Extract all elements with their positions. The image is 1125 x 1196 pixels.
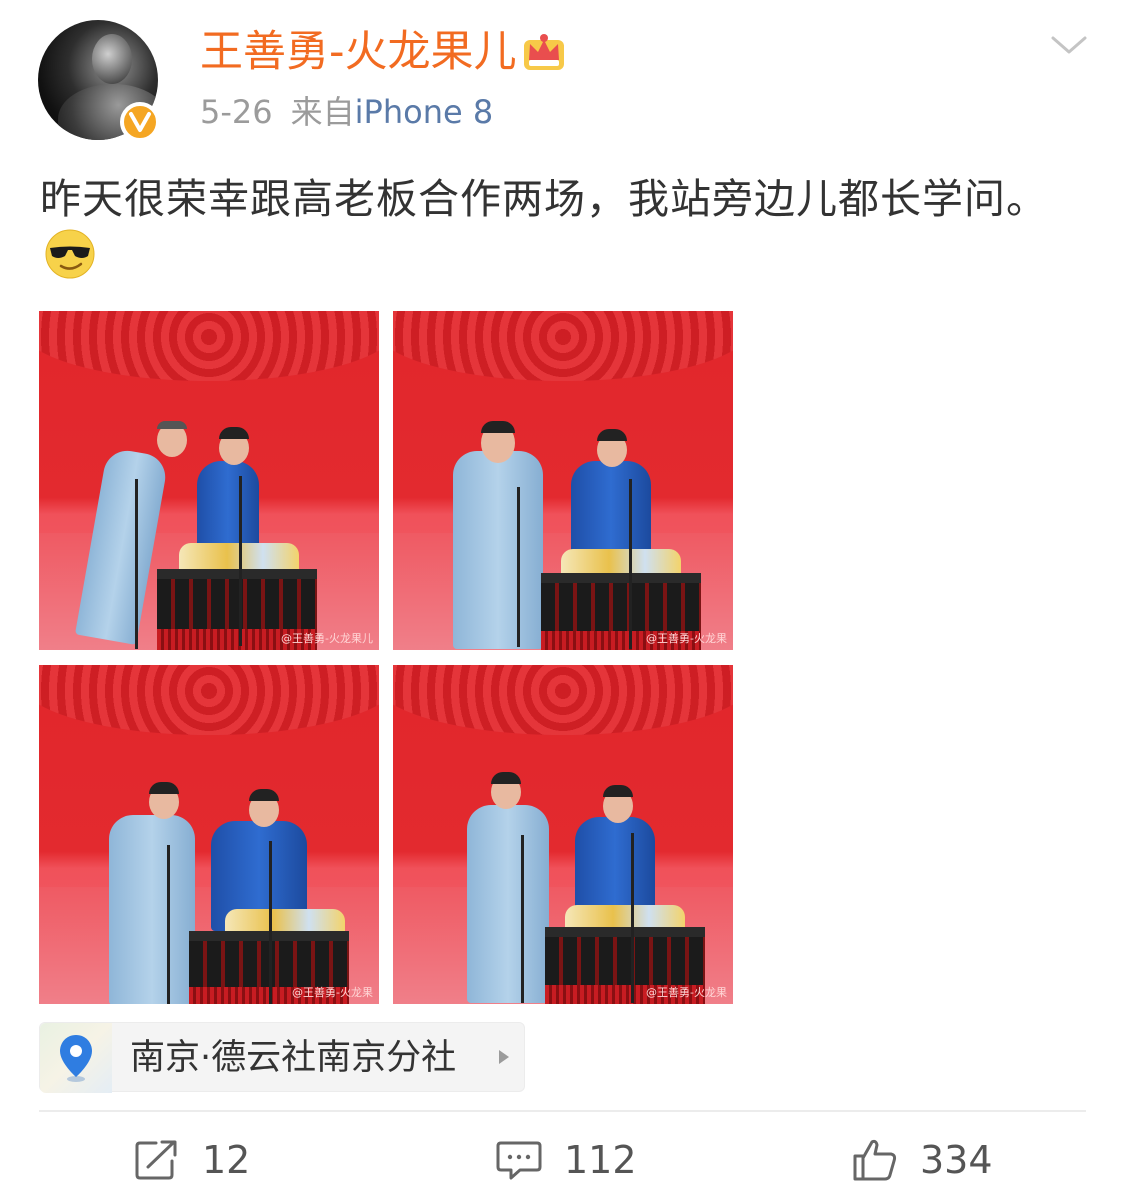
comment-count: 112 <box>564 1138 637 1182</box>
verified-badge-icon <box>120 102 160 142</box>
performer-hair <box>603 785 633 797</box>
curtain <box>393 665 733 735</box>
curtain <box>393 311 733 381</box>
divider <box>39 1110 1086 1112</box>
mic-stand <box>269 841 272 1004</box>
photo-1[interactable]: @王善勇-火龙果儿 <box>39 311 379 650</box>
performer-hair <box>597 429 627 441</box>
comment-icon <box>496 1141 542 1180</box>
chevron-down-icon[interactable] <box>1050 30 1088 60</box>
repost-count: 12 <box>202 1138 251 1182</box>
post-date: 5-26 <box>200 93 273 131</box>
curtain <box>39 311 379 381</box>
performer-light-robe <box>467 805 549 1003</box>
performer-light-robe <box>453 451 543 649</box>
performer-hair <box>249 789 279 801</box>
mic-stand <box>239 476 242 646</box>
post-meta: 5-26 来自iPhone 8 <box>200 92 493 132</box>
crown-icon[interactable] <box>520 26 568 74</box>
location-pin-icon <box>60 1035 92 1082</box>
photo-2[interactable]: @王善勇-火龙果 <box>393 311 733 650</box>
mic-stand <box>629 479 632 649</box>
like-count: 334 <box>920 1138 993 1182</box>
photo-3[interactable]: @王善勇-火龙果 <box>39 665 379 1004</box>
source-device[interactable]: iPhone 8 <box>355 93 494 131</box>
repost-button[interactable]: 12 <box>134 1132 250 1188</box>
performer-hair <box>491 772 521 784</box>
username[interactable]: 王善勇-火龙果儿 <box>200 26 517 78</box>
photo-watermark: @王善勇-火龙果 <box>646 632 727 645</box>
post-text: 昨天很荣幸跟高老板合作两场，我站旁边儿都长学问。 <box>40 170 1050 287</box>
like-button[interactable]: 334 <box>852 1132 993 1188</box>
map-thumbnail <box>40 1023 112 1093</box>
location-label: 南京·德云社南京分社 <box>130 1038 457 1078</box>
photo-watermark: @王善勇-火龙果 <box>292 986 373 999</box>
check-v-icon <box>129 112 151 132</box>
sunglasses-emoji-icon <box>45 229 95 279</box>
arrow-right-icon <box>499 1050 509 1064</box>
performer-hair <box>219 427 249 439</box>
photo-4[interactable]: @王善勇-火龙果 <box>393 665 733 1004</box>
mic-stand <box>135 479 138 649</box>
performer-hair <box>149 782 179 794</box>
mic-stand <box>517 487 520 647</box>
post-body: 昨天很荣幸跟高老板合作两场，我站旁边儿都长学问。 <box>40 175 1048 223</box>
comment-button[interactable]: 112 <box>496 1132 637 1188</box>
performer-hair <box>481 421 515 433</box>
photo-watermark: @王善勇-火龙果 <box>646 986 727 999</box>
source-prefix: 来自 <box>290 93 355 131</box>
avatar-figure-head <box>92 34 132 84</box>
mic-stand <box>631 833 634 1003</box>
mic-stand <box>521 835 524 1003</box>
photo-grid: @王善勇-火龙果儿 @王善勇-火龙果 @王善勇-火龙果 @王善勇-火龙果 <box>39 311 733 1005</box>
curtain <box>39 665 379 735</box>
mic-stand <box>167 845 170 1004</box>
repost-icon <box>135 1140 177 1180</box>
location-tag[interactable]: 南京·德云社南京分社 <box>39 1022 525 1093</box>
thumbs-up-icon <box>853 1139 897 1181</box>
performer-hair <box>157 421 187 429</box>
photo-watermark: @王善勇-火龙果儿 <box>281 632 373 645</box>
performer-light-robe <box>109 815 195 1004</box>
